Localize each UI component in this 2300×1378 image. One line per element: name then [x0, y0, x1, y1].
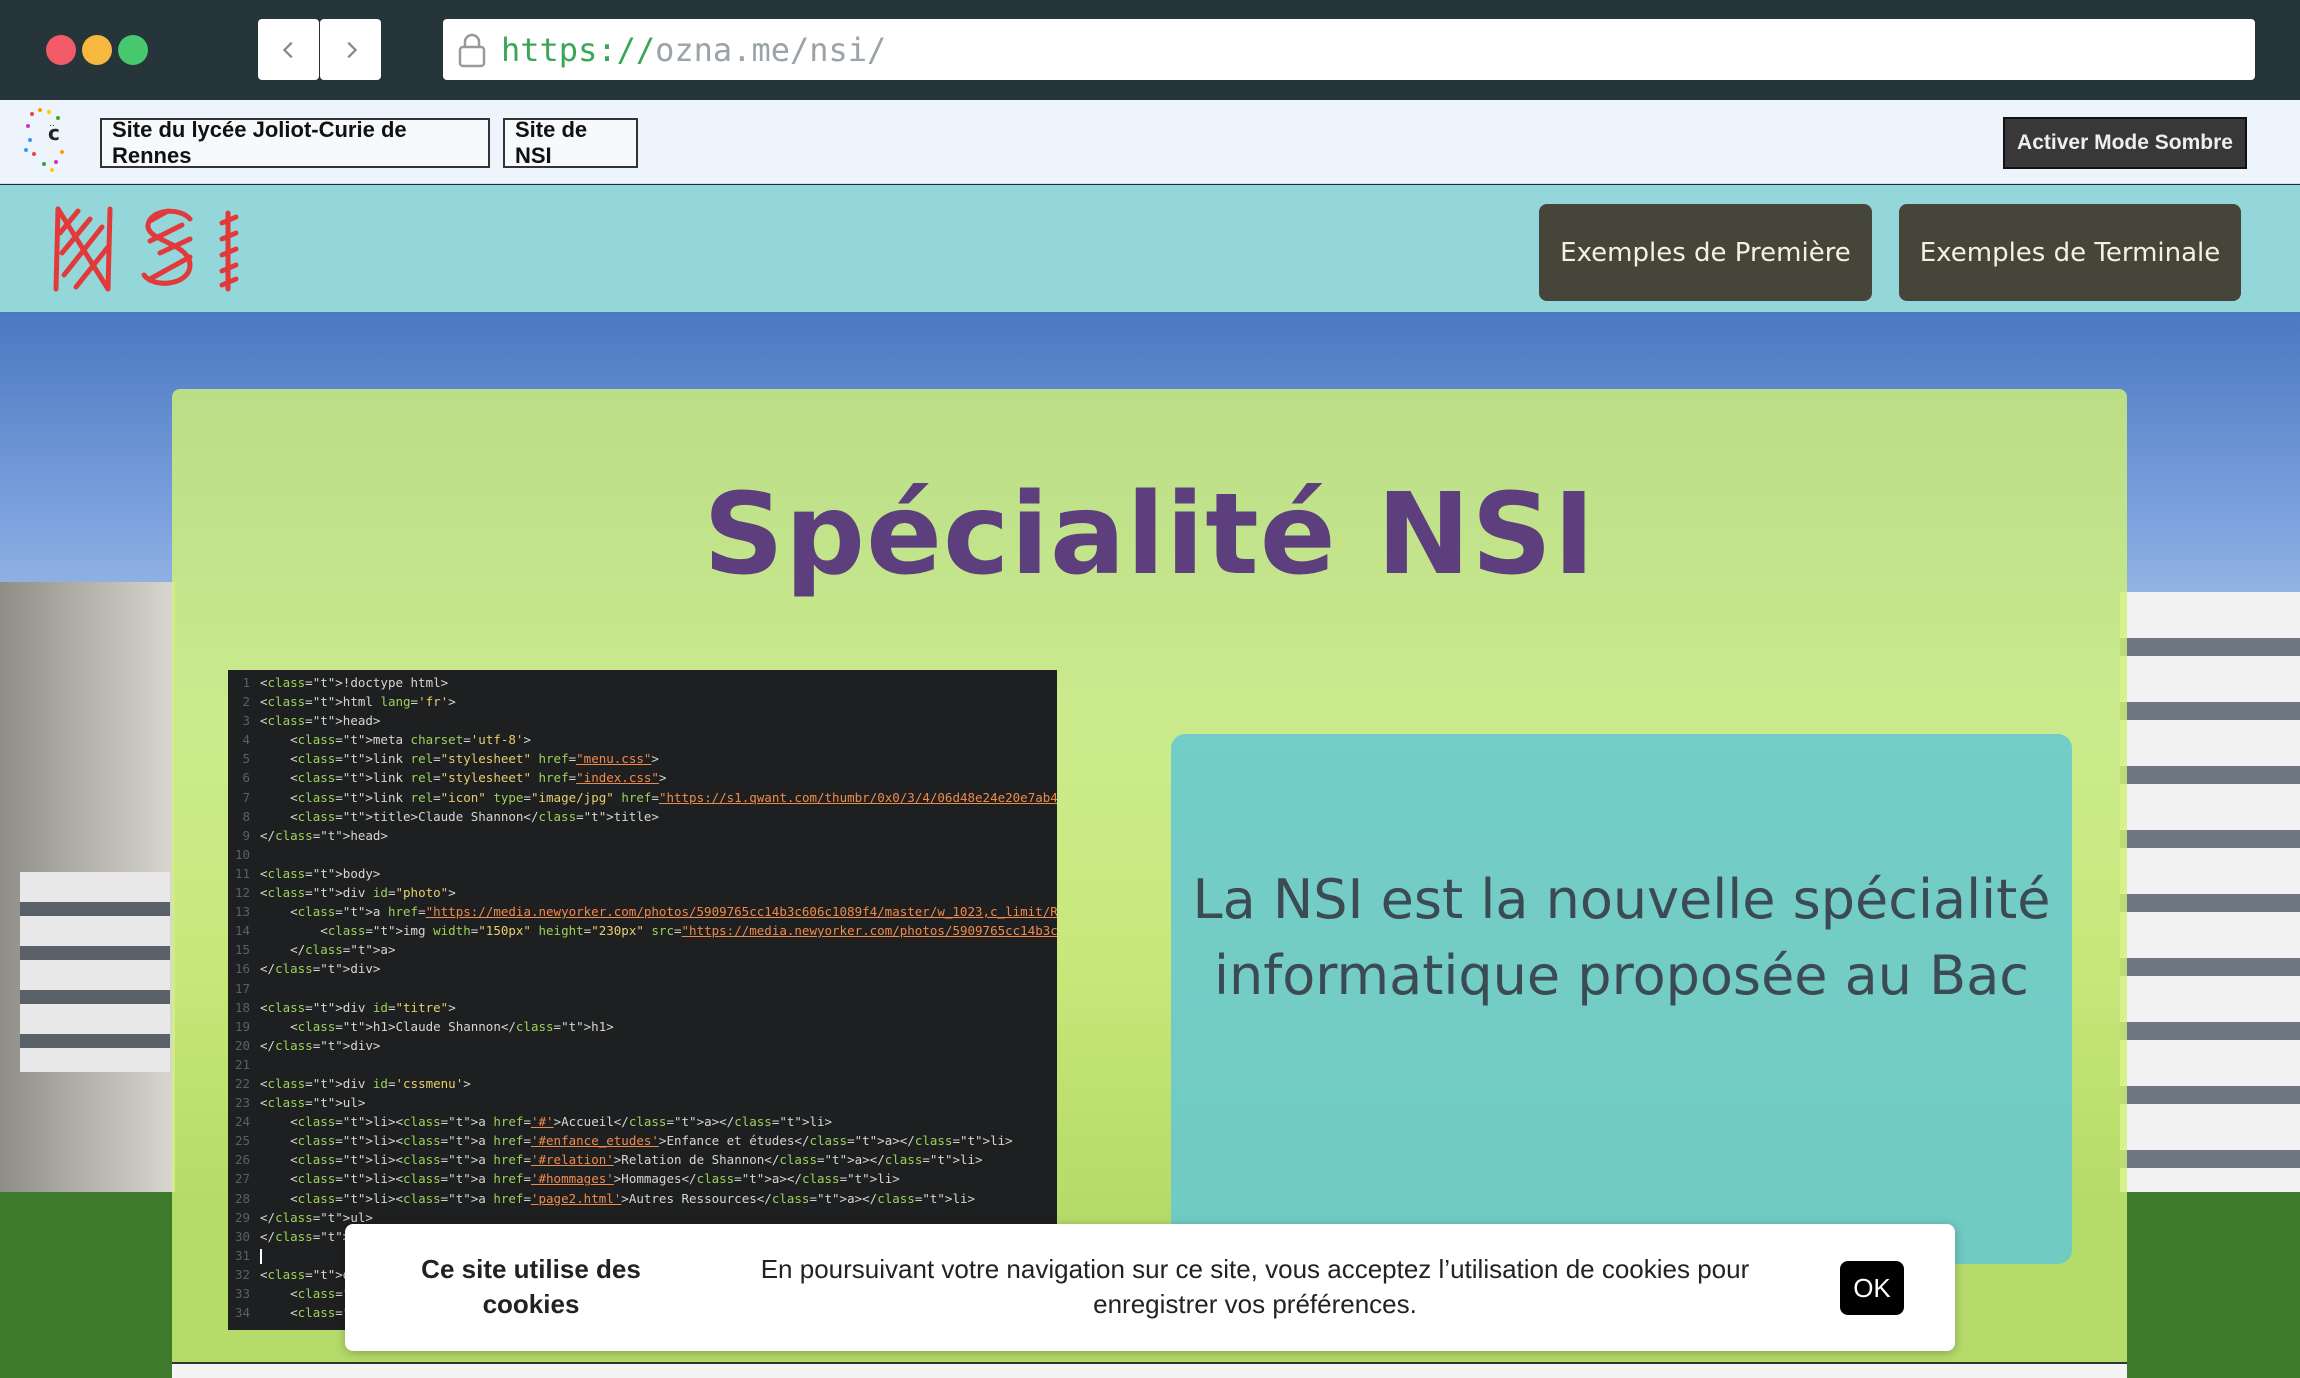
code-line: 26 <class="t">li><class="t">a href='#rel…	[234, 1152, 983, 1168]
code-line: 15 </class="t">a>	[234, 942, 396, 958]
code-line: 23 <class="t">ul>	[234, 1095, 366, 1111]
code-line: 16 </class="t">div>	[234, 961, 381, 977]
code-line: 7 <class="t">link rel="icon" type="image…	[242, 789, 1057, 805]
window-minimize-button[interactable]	[82, 35, 112, 65]
chevron-right-icon	[346, 41, 357, 58]
code-line: 17	[234, 980, 250, 996]
code-line: 28 <class="t">li><class="t">a href='page…	[234, 1190, 976, 1206]
code-line: 10	[234, 846, 250, 862]
code-line: 11 <class="t">body>	[234, 865, 381, 881]
address-bar[interactable]: https://ozna.me/nsi/	[443, 19, 2255, 80]
page-title: Spécialité NSI	[703, 470, 1596, 600]
code-line: 19 <class="t">h1>Claude Shannon</class="…	[234, 1018, 614, 1034]
code-line: 25 <class="t">li><class="t">a href='#enf…	[234, 1133, 1013, 1149]
code-line: 14 <class="t">img width="150px" height="…	[234, 923, 1057, 939]
code-line: 5 <class="t">link rel="stylesheet" href=…	[242, 751, 659, 767]
code-line: 27 <class="t">li><class="t">a href='#hom…	[234, 1171, 900, 1187]
url-scheme: https://	[501, 30, 656, 69]
lock-icon	[458, 33, 486, 67]
lycee-site-link[interactable]: Site du lycée Joliot-Curie de Rennes	[100, 117, 490, 168]
terminale-examples-button[interactable]: Exemples de Terminale	[1899, 204, 2241, 301]
bottom-strip	[172, 1362, 2127, 1378]
building-left-windows	[20, 872, 170, 1072]
code-line: 8 <class="t">title>Claude Shannon</class…	[242, 808, 659, 824]
premiere-examples-button[interactable]: Exemples de Première	[1539, 204, 1872, 301]
code-line: 13 <class="t">a href="https://media.newy…	[234, 904, 1057, 920]
code-line: 1 <class="t">!doctype html>	[242, 675, 449, 690]
code-line: 24 <class="t">li><class="t">a href='#'>A…	[234, 1114, 833, 1130]
info-text: La NSI est la nouvelle spécialité inform…	[1192, 868, 2051, 1007]
cookie-title: Ce site utilise des cookies	[421, 1254, 641, 1319]
dark-mode-button[interactable]: Activer Mode Sombre	[2003, 117, 2247, 169]
code-line: 3 <class="t">head>	[242, 713, 381, 729]
forward-button[interactable]	[320, 19, 381, 80]
cookie-ok-button[interactable]: OK	[1840, 1261, 1904, 1315]
code-line: 12 <class="t">div id="photo">	[234, 885, 456, 901]
code-line: 18 <class="t">div id="titre">	[234, 999, 456, 1015]
cookie-text: En poursuivant votre navigation sur ce s…	[760, 1254, 1750, 1319]
url-path: ozna.me/nsi/	[655, 30, 887, 69]
nsi-site-link[interactable]: Site de NSI	[503, 117, 638, 168]
code-line: 22 <class="t">div id='cssmenu'>	[234, 1075, 471, 1091]
lycee-logo-icon[interactable]: c ..	[22, 104, 78, 176]
code-line: 20 </class="t">div>	[234, 1037, 381, 1053]
browser-toolbar: https://ozna.me/nsi/	[0, 0, 2300, 100]
window-close-button[interactable]	[46, 35, 76, 65]
nsi-logo-icon[interactable]	[50, 203, 245, 293]
code-line: 9 </class="t">head>	[242, 827, 388, 843]
code-line: 4 <class="t">meta charset='utf-8'>	[242, 732, 531, 748]
window-maximize-button[interactable]	[118, 35, 148, 65]
svg-text:..: ..	[49, 119, 55, 129]
code-line: 21	[234, 1056, 250, 1072]
code-line: 6 <class="t">link rel="stylesheet" href=…	[242, 770, 667, 786]
back-button[interactable]	[258, 19, 319, 80]
chevron-left-icon	[282, 41, 293, 58]
code-line: 2 <class="t">html lang='fr'>	[242, 694, 456, 710]
